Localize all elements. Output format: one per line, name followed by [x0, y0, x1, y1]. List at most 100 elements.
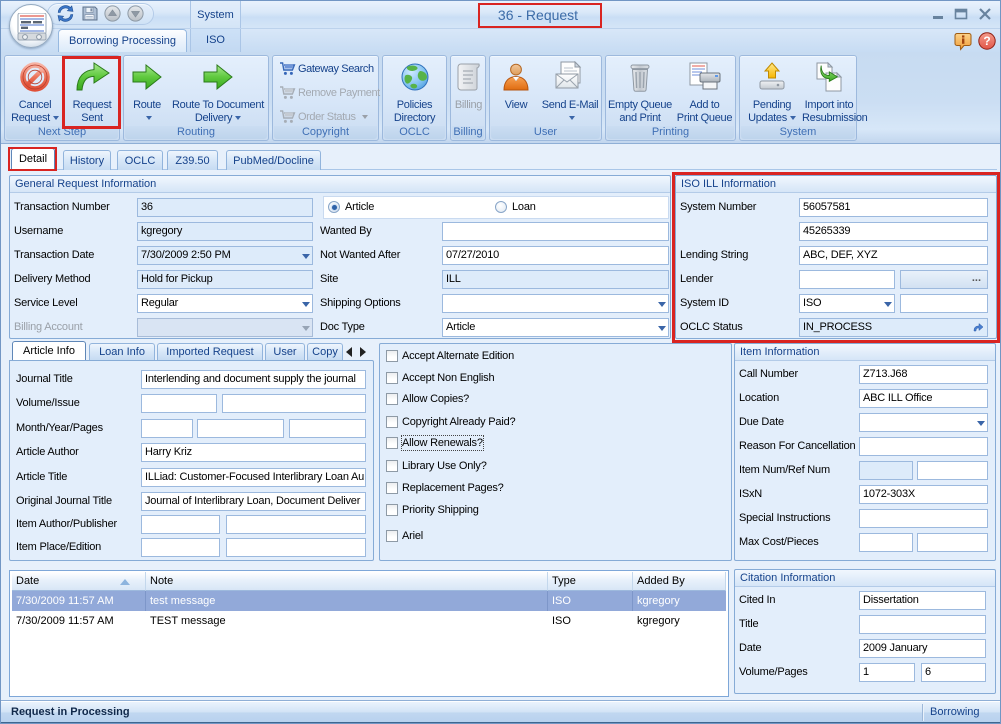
remove-payment-button[interactable]: Remove Payment — [277, 83, 376, 103]
citation-pages-field[interactable]: 6 — [921, 663, 986, 682]
notes-col-type[interactable]: Type — [548, 572, 633, 591]
tab-copyright[interactable]: Copy — [307, 343, 343, 360]
cited-in-field[interactable]: Dissertation — [859, 591, 986, 610]
refresh-icon[interactable] — [57, 5, 73, 21]
issue-field[interactable] — [222, 394, 366, 413]
notes-col-note[interactable]: Note — [146, 572, 548, 591]
tab-scroll-left-icon[interactable] — [346, 347, 352, 357]
scroll-up-icon[interactable] — [104, 5, 120, 21]
view-user-button[interactable]: View — [493, 58, 539, 128]
special-instructions-field[interactable] — [859, 509, 988, 528]
item-author-field[interactable] — [141, 515, 220, 534]
info-bubble-icon[interactable] — [954, 32, 972, 50]
system-id-extra-field[interactable] — [900, 294, 988, 313]
location-field[interactable]: ABC ILL Office — [859, 389, 988, 408]
delivery-method-field[interactable]: Hold for Pickup — [137, 270, 313, 289]
citation-date-field[interactable]: 2009 January — [859, 639, 986, 658]
save-icon[interactable] — [81, 5, 97, 21]
call-number-field[interactable]: Z713.J68 — [859, 365, 988, 384]
item-publisher-field[interactable] — [226, 515, 366, 534]
system-number-field-1[interactable]: 56057581 — [799, 198, 988, 217]
ref-num-field[interactable] — [917, 461, 988, 480]
oclc-status-field[interactable]: IN_PROCESS — [799, 318, 988, 337]
billing-account-combo[interactable] — [137, 318, 313, 337]
ribbon-tab-iso[interactable]: ISO — [190, 29, 241, 52]
pages-field[interactable] — [289, 419, 366, 438]
reason-cancellation-field[interactable] — [859, 437, 988, 456]
pending-updates-button[interactable]: Pending Updates — [742, 58, 802, 128]
route-to-document-delivery-button[interactable]: Route To Document Delivery — [168, 58, 268, 128]
service-level-combo[interactable]: Regular — [137, 294, 313, 313]
tab-pubmed-docline[interactable]: PubMed/Docline — [226, 150, 321, 170]
article-title-field[interactable]: ILLiad: Customer-Focused Interlibrary Lo… — [141, 468, 366, 487]
tab-user[interactable]: User — [265, 343, 305, 360]
wanted-by-field[interactable] — [442, 222, 669, 241]
ribbon-tab-borrowing-processing[interactable]: Borrowing Processing — [58, 29, 187, 52]
empty-queue-print-button[interactable]: Empty Queue and Print — [608, 58, 672, 128]
add-to-print-queue-button[interactable]: Add to Print Queue — [674, 58, 735, 128]
radio-loan[interactable] — [495, 201, 507, 213]
journal-title-field[interactable]: Interlending and document supply the jou… — [141, 370, 366, 389]
month-field[interactable] — [141, 419, 193, 438]
import-resubmission-button[interactable]: Import into Resubmission — [802, 58, 856, 128]
order-status-button[interactable]: Order Status — [277, 107, 376, 127]
tab-loan-info[interactable]: Loan Info — [89, 343, 155, 360]
pieces-field[interactable] — [917, 533, 988, 552]
tab-oclc[interactable]: OCLC — [117, 150, 163, 170]
article-author-field[interactable]: Harry Kriz — [141, 443, 366, 462]
lender-field[interactable] — [799, 270, 895, 289]
checkbox-accept-non-english[interactable] — [386, 372, 398, 384]
gateway-search-button[interactable]: Gateway Search — [277, 59, 376, 79]
year-field[interactable] — [197, 419, 284, 438]
checkbox-library-use-only[interactable] — [386, 460, 398, 472]
tab-article-info[interactable]: Article Info — [12, 341, 86, 360]
dropdown-arrow-icon[interactable] — [977, 421, 985, 426]
notes-row[interactable]: 7/30/2009 11:57 AM TEST message ISO kgre… — [12, 611, 726, 631]
tab-detail[interactable]: Detail — [11, 148, 55, 170]
tab-scroll-right-icon[interactable] — [360, 347, 366, 357]
checkbox-replacement-pages[interactable] — [386, 482, 398, 494]
checkbox-ariel[interactable] — [386, 530, 398, 542]
original-journal-title-field[interactable]: Journal of Interlibrary Loan, Document D… — [141, 492, 366, 511]
maximize-button[interactable] — [953, 8, 969, 20]
dropdown-arrow-icon[interactable] — [302, 254, 310, 259]
radio-article[interactable] — [328, 201, 340, 213]
transaction-date-field[interactable]: 7/30/2009 2:50 PM — [137, 246, 313, 265]
item-place-field[interactable] — [141, 538, 220, 557]
open-status-icon[interactable] — [972, 322, 984, 334]
cancel-request-button[interactable]: Cancel Request — [8, 58, 62, 128]
scroll-down-icon[interactable] — [127, 5, 143, 21]
item-edition-field[interactable] — [226, 538, 366, 557]
citation-volume-field[interactable]: 1 — [859, 663, 915, 682]
doc-type-combo[interactable]: Article — [442, 318, 669, 337]
site-field[interactable]: ILL — [442, 270, 669, 289]
system-number-field-2[interactable]: 45265339 — [799, 222, 988, 241]
citation-title-field[interactable] — [859, 615, 986, 634]
checkbox-accept-alternate-edition[interactable] — [386, 350, 398, 362]
request-sent-button[interactable]: Request Sent — [64, 58, 120, 128]
lending-string-field[interactable]: ABC, DEF, XYZ — [799, 246, 988, 265]
send-email-button[interactable]: Send E-Mail — [540, 58, 600, 128]
route-button[interactable]: Route — [126, 58, 168, 128]
isxn-field[interactable]: 1072-303X — [859, 485, 988, 504]
checkbox-copyright-already-paid[interactable] — [386, 416, 398, 428]
notes-col-date[interactable]: Date — [12, 572, 146, 591]
close-button[interactable] — [977, 8, 993, 20]
tab-imported-request[interactable]: Imported Request — [157, 343, 263, 360]
minimize-button[interactable] — [930, 8, 946, 20]
max-cost-field[interactable] — [859, 533, 913, 552]
dropdown-arrow-icon[interactable] — [658, 326, 666, 331]
checkbox-priority-shipping[interactable] — [386, 504, 398, 516]
dropdown-arrow-icon[interactable] — [658, 302, 666, 307]
volume-field[interactable] — [141, 394, 217, 413]
billing-button[interactable]: Billing — [452, 58, 485, 128]
transaction-number-field[interactable]: 36 — [137, 198, 313, 217]
system-id-combo[interactable]: ISO — [799, 294, 895, 313]
notes-row-selected[interactable]: 7/30/2009 11:57 AM test message ISO kgre… — [12, 591, 726, 611]
tab-history[interactable]: History — [63, 150, 111, 170]
dropdown-arrow-icon[interactable] — [302, 302, 310, 307]
due-date-combo[interactable] — [859, 413, 988, 432]
application-button[interactable] — [9, 4, 53, 48]
lender-browse-button[interactable]: ... — [900, 270, 988, 289]
checkbox-allow-copies[interactable] — [386, 393, 398, 405]
